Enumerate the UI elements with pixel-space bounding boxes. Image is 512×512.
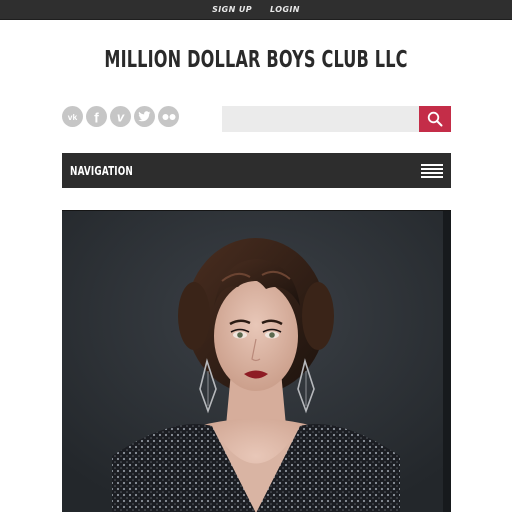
signup-link[interactable]: SIGN UP (212, 5, 252, 14)
svg-text:f: f (94, 110, 99, 124)
navigation-label: NAVIGATION (70, 163, 133, 178)
site-title[interactable]: MILLION DOLLAR BOYS CLUB LLC (56, 47, 455, 73)
vk-icon[interactable]: vk (62, 106, 83, 127)
flickr-icon[interactable] (158, 106, 179, 127)
search-icon (427, 111, 443, 127)
login-link[interactable]: LOGIN (270, 5, 300, 14)
social-links: vk f v (62, 106, 179, 127)
twitter-icon[interactable] (134, 106, 155, 127)
navigation-bar[interactable]: NAVIGATION (62, 153, 451, 188)
hamburger-menu-icon[interactable] (421, 163, 443, 178)
vimeo-icon[interactable]: v (110, 106, 131, 127)
portrait-photo (62, 211, 451, 512)
search-bar (222, 106, 451, 132)
hero-image[interactable] (62, 210, 451, 512)
svg-text:v: v (117, 111, 125, 123)
svg-text:vk: vk (68, 112, 78, 121)
top-bar: SIGN UP LOGIN (0, 0, 512, 20)
search-button[interactable] (419, 106, 451, 132)
facebook-icon[interactable]: f (86, 106, 107, 127)
search-input[interactable] (222, 106, 419, 132)
